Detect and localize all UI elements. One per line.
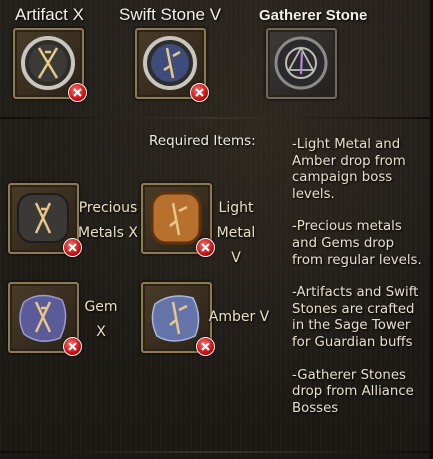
info-text: -Light Metal and Amber drop from campaig…: [292, 137, 428, 433]
light-metal-slot[interactable]: [141, 183, 215, 257]
gatherer-stone-slot[interactable]: [266, 28, 337, 99]
precious-metal-slot[interactable]: [8, 183, 82, 257]
missing-badge-icon: [190, 83, 209, 102]
gatherer-stone-title: Gatherer Stone: [259, 7, 368, 24]
missing-badge-icon: [196, 337, 215, 356]
light-metal-label-line1: Light: [218, 200, 254, 216]
info-line-gatherer: -Gatherer Stones drop from Alliance Boss…: [292, 367, 414, 416]
precious-metals-label-line1: Precious: [78, 200, 138, 216]
artifact-title: Artifact X: [15, 5, 84, 24]
bottom-divider: [0, 451, 433, 453]
missing-badge-icon: [68, 83, 87, 102]
light-metal-label: Light Metal V: [210, 196, 262, 271]
gatherer-stone-icon: [274, 36, 328, 90]
required-items-title: Required Items:: [149, 133, 256, 149]
swift-stone-slot[interactable]: [135, 28, 209, 102]
precious-metals-label: Precious Metals X: [78, 196, 138, 246]
gem-label: Gem X: [84, 299, 118, 340]
amber-slot[interactable]: [141, 282, 215, 356]
artifact-slot[interactable]: [13, 28, 87, 102]
info-line-light-metal: -Light Metal and Amber drop from campaig…: [292, 137, 406, 202]
gem-slot[interactable]: [8, 282, 82, 356]
swift-stone-title: Swift Stone V: [119, 5, 222, 24]
precious-metals-label-line2: Metals X: [78, 225, 138, 241]
info-line-precious-metals: -Precious metals and Gems drop from regu…: [292, 219, 422, 268]
light-metal-label-line2: Metal V: [216, 225, 256, 266]
amber-label: Amber V: [208, 309, 270, 325]
info-line-artifacts: -Artifacts and Swift Stones are crafted …: [292, 285, 419, 350]
divider: [0, 117, 433, 119]
